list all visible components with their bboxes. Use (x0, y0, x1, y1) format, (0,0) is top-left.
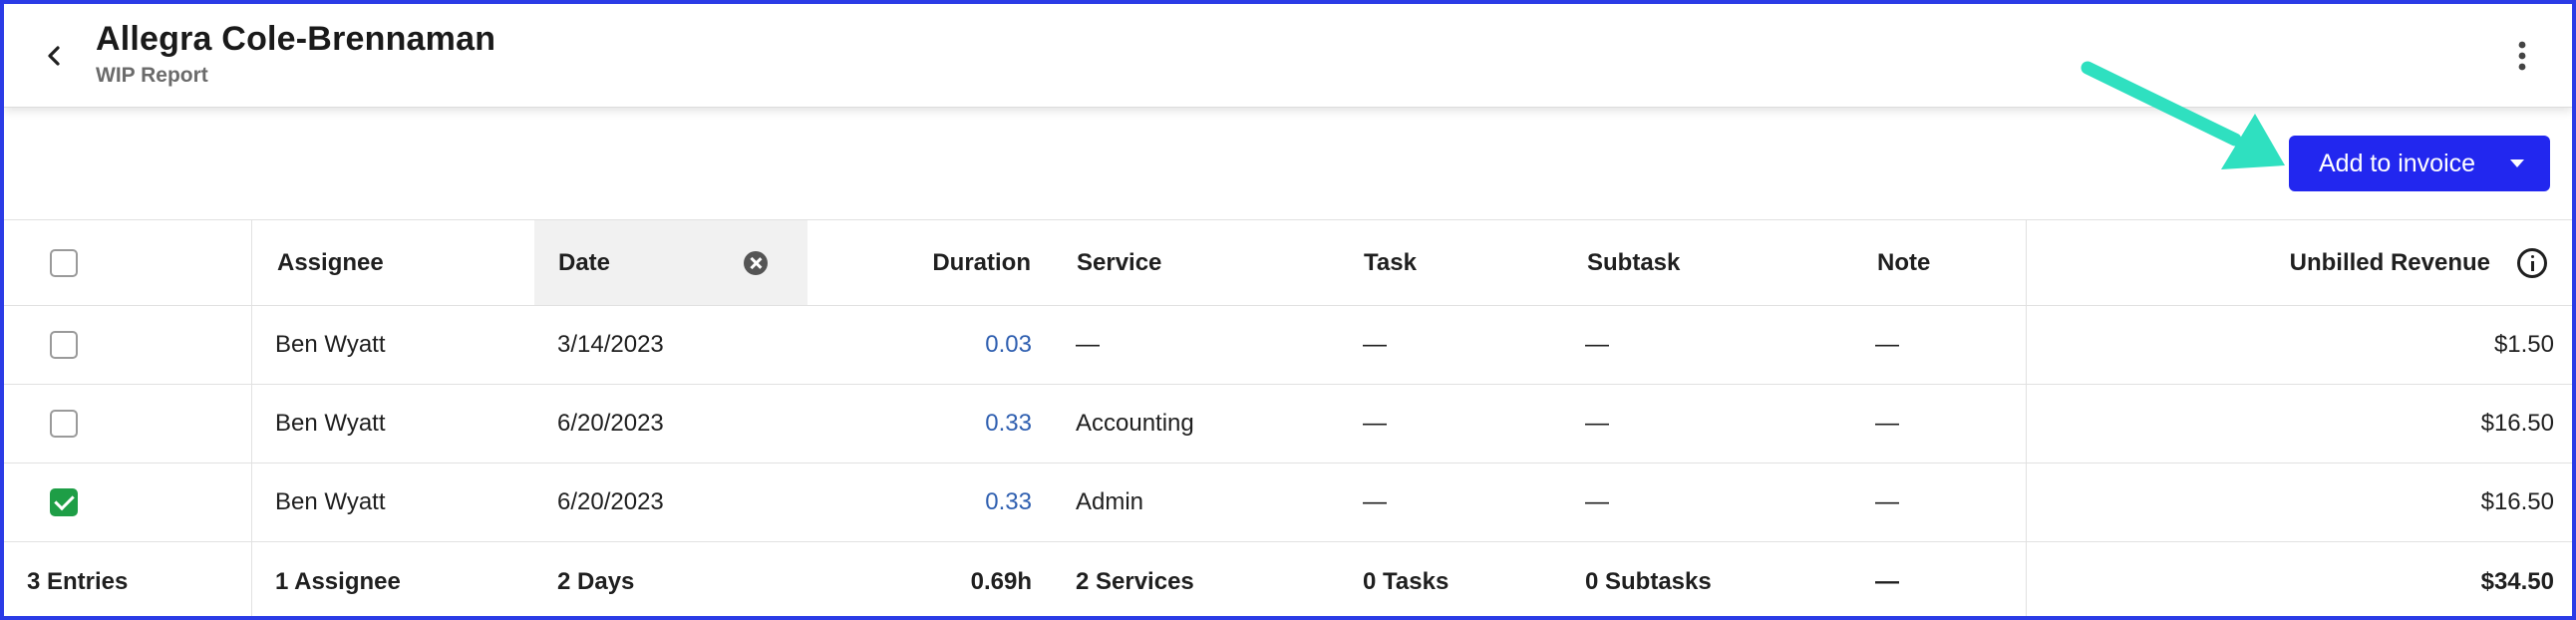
caret-down-icon[interactable] (2510, 159, 2524, 167)
clear-circle-icon[interactable] (744, 250, 768, 275)
back-button[interactable] (34, 36, 74, 76)
more-vertical-icon (2518, 41, 2526, 71)
date-cell: 6/20/2023 (557, 410, 664, 437)
column-header-task[interactable]: Task (1364, 220, 1417, 305)
service-cell: Admin (1076, 488, 1144, 515)
unbilled-revenue-cell: $16.50 (2480, 488, 2554, 515)
duration-link[interactable]: 0.33 (821, 385, 1032, 463)
column-header-unbilled-revenue[interactable]: Unbilled Revenue (2097, 220, 2490, 305)
assignee-cell: Ben Wyatt (275, 488, 386, 515)
toolbar (4, 108, 2572, 219)
select-all-cell (50, 220, 78, 305)
clear-date-sort-cell (744, 220, 768, 305)
note-cell: — (1875, 331, 1899, 358)
task-cell: — (1363, 488, 1387, 515)
row-select-cell (50, 464, 78, 541)
assignee-cell: Ben Wyatt (275, 410, 386, 437)
entries-total: 3 Entries (27, 567, 129, 595)
info-icon[interactable] (2517, 247, 2547, 278)
note-total: — (1875, 567, 1899, 595)
duration-total: 0.69h (970, 567, 1032, 595)
row-select-cell (50, 306, 78, 384)
subtask-cell: — (1585, 331, 1609, 358)
row-checkbox[interactable] (50, 410, 78, 438)
note-cell: — (1875, 410, 1899, 437)
column-header-service[interactable]: Service (1077, 220, 1161, 305)
task-cell: — (1363, 331, 1387, 358)
row-checkbox-checked[interactable] (50, 488, 78, 516)
unbilled-revenue-cell: $1.50 (2493, 331, 2554, 358)
column-header-note[interactable]: Note (1877, 220, 1930, 305)
subtask-total: 0 Subtasks (1585, 567, 1712, 595)
wip-table: Assignee Date Duration Service Task Subt… (4, 219, 2572, 616)
task-total: 0 Tasks (1363, 567, 1449, 595)
add-to-invoice-button[interactable]: Add to invoice (2289, 136, 2550, 191)
subtask-cell: — (1585, 410, 1609, 437)
row-select-cell (50, 385, 78, 463)
column-header-duration[interactable]: Duration (821, 220, 1031, 305)
page-header: Allegra Cole-Brennaman WIP Report (4, 4, 2572, 108)
app-window: Allegra Cole-Brennaman WIP Report Add to… (0, 0, 2576, 620)
service-cell: Accounting (1076, 410, 1194, 437)
duration-link[interactable]: 0.03 (821, 306, 1032, 384)
table-row[interactable]: Ben Wyatt 6/20/2023 0.33 Admin — — — $16… (4, 464, 2572, 542)
chevron-left-icon (48, 46, 60, 66)
table-header-row: Assignee Date Duration Service Task Subt… (4, 220, 2572, 306)
service-total: 2 Services (1076, 567, 1194, 595)
assignee-cell: Ben Wyatt (275, 331, 386, 358)
table-row[interactable]: Ben Wyatt 3/14/2023 0.03 — — — — $1.50 (4, 306, 2572, 385)
column-header-date[interactable]: Date (558, 220, 610, 305)
table-footer-row: 3 Entries 1 Assignee 2 Days 0.69h 2 Serv… (4, 542, 2572, 616)
page-title: Allegra Cole-Brennaman (96, 20, 496, 58)
duration-link[interactable]: 0.33 (821, 464, 1032, 541)
task-cell: — (1363, 410, 1387, 437)
add-to-invoice-label: Add to invoice (2319, 149, 2476, 177)
page-subtitle: WIP Report (96, 64, 208, 87)
subtask-cell: — (1585, 488, 1609, 515)
service-cell: — (1076, 331, 1100, 358)
info-cell (2517, 220, 2547, 305)
assignee-total: 1 Assignee (275, 567, 401, 595)
more-menu-button[interactable] (2508, 36, 2536, 76)
select-all-checkbox[interactable] (50, 248, 78, 277)
date-total: 2 Days (557, 567, 635, 595)
column-header-assignee[interactable]: Assignee (277, 220, 384, 305)
date-cell: 6/20/2023 (557, 488, 664, 515)
row-checkbox[interactable] (50, 331, 78, 359)
unbilled-revenue-cell: $16.50 (2480, 410, 2554, 437)
date-cell: 3/14/2023 (557, 331, 664, 358)
unbilled-revenue-total: $34.50 (2480, 567, 2554, 595)
column-header-subtask[interactable]: Subtask (1587, 220, 1680, 305)
table-row[interactable]: Ben Wyatt 6/20/2023 0.33 Accounting — — … (4, 385, 2572, 464)
note-cell: — (1875, 488, 1899, 515)
